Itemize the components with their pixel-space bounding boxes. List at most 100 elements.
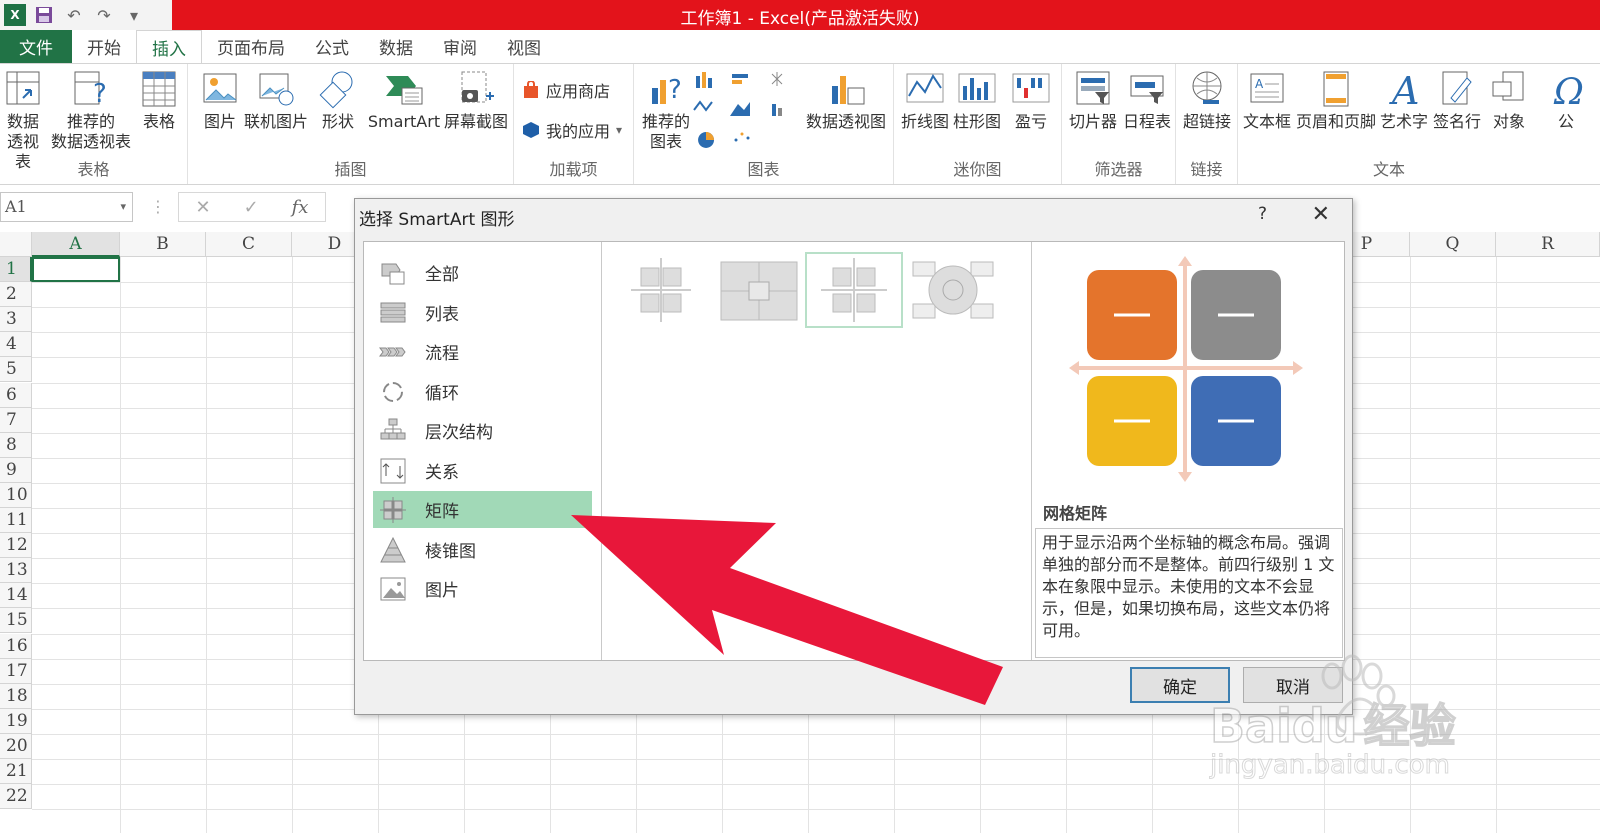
group-filters: 切片器 日程表 筛选器 (1062, 64, 1176, 184)
sparkline-column-button[interactable]: 柱形图 (952, 68, 1002, 132)
table-icon (142, 71, 176, 107)
preview-description: 用于显示沿两个坐标轴的概念布局。强调单独的部分而不是整体。前四行级别 1 文本在… (1035, 528, 1343, 658)
header-footer-button[interactable]: 页眉和页脚 (1294, 68, 1378, 132)
pyramid-icon (379, 536, 407, 564)
tab-file[interactable]: 文件 (0, 30, 72, 63)
category-matrix[interactable]: 矩阵 (373, 491, 592, 528)
row-header[interactable]: 19 (0, 708, 32, 734)
tab-page-layout[interactable]: 页面布局 (202, 30, 300, 63)
selected-cell[interactable] (32, 257, 120, 282)
my-apps-icon (523, 122, 539, 138)
row-header[interactable]: 7 (0, 407, 32, 433)
insert-function-button[interactable]: fx (292, 197, 309, 218)
close-icon[interactable]: ✕ (1312, 202, 1330, 227)
row-header[interactable]: 8 (0, 432, 32, 458)
ribbon-tabs: 文件 开始 插入 页面布局 公式 数据 审阅 视图 (0, 30, 1600, 64)
category-pyramid[interactable]: 棱锥图 (373, 531, 592, 568)
picture-button[interactable]: 图片 (196, 68, 244, 132)
textbox-button[interactable]: A 文本框 (1240, 68, 1294, 132)
layout-thumbnail[interactable] (909, 254, 997, 326)
preview-title: 网格矩阵 (1043, 504, 1108, 523)
watermark-text: Baidu 经验 (1209, 698, 1456, 754)
select-all-corner[interactable] (0, 232, 32, 257)
row-header[interactable]: 6 (0, 382, 32, 408)
column-header[interactable]: A (32, 232, 120, 257)
column-header[interactable]: B (120, 232, 206, 257)
watermark-url: jingyan.baidu.com (1210, 750, 1451, 781)
column-header[interactable]: R (1496, 232, 1600, 257)
row-header[interactable]: 10 (0, 482, 32, 508)
row-header[interactable]: 15 (0, 608, 32, 634)
row-gridline (32, 809, 1600, 811)
category-hierarchy[interactable]: 层次结构 (373, 412, 592, 449)
category-relationship[interactable]: 关系 (373, 452, 592, 489)
screenshot-button[interactable]: 屏幕截图 (442, 68, 510, 132)
row-header[interactable]: 11 (0, 508, 32, 534)
slicer-button[interactable]: 切片器 (1066, 68, 1120, 132)
category-list-item[interactable]: 列表 (373, 294, 592, 331)
row-header[interactable]: 16 (0, 633, 32, 659)
tab-data[interactable]: 数据 (364, 30, 428, 63)
group-label-links: 链接 (1190, 160, 1223, 179)
picture-icon (203, 73, 237, 103)
online-picture-button[interactable]: 联机图片 (244, 68, 308, 132)
row-header[interactable]: 22 (0, 784, 32, 810)
name-box[interactable]: A1 ▾ (0, 192, 133, 222)
layout-thumbnail[interactable] (617, 254, 705, 326)
sparkline-winloss-icon (1012, 73, 1050, 103)
my-apps-button[interactable]: 我的应用 ▾ (522, 118, 622, 142)
help-button[interactable]: ? (1258, 204, 1267, 224)
enter-formula-icon[interactable]: ✓ (244, 197, 259, 218)
recommended-charts-button[interactable]: ? 推荐的 图表 (638, 68, 694, 152)
row-header[interactable]: 20 (0, 733, 32, 759)
sparkline-winloss-button[interactable]: 盈亏 (1006, 68, 1056, 132)
column-header[interactable]: Q (1410, 232, 1496, 257)
smartart-button[interactable]: SmartArt (366, 68, 442, 132)
recommended-pivot-button[interactable]: ? 推荐的 数据透视表 (50, 68, 132, 152)
row-header[interactable]: 9 (0, 457, 32, 483)
tab-home[interactable]: 开始 (72, 30, 136, 63)
tab-view[interactable]: 视图 (492, 30, 556, 63)
column-header[interactable]: C (206, 232, 292, 257)
layout-thumbnail[interactable] (715, 254, 803, 326)
tab-review[interactable]: 审阅 (428, 30, 492, 63)
list-icon (379, 299, 407, 327)
category-picture[interactable]: 图片 (373, 570, 592, 607)
tab-insert[interactable]: 插入 (136, 30, 202, 64)
symbols-button[interactable]: Ω 公 (1546, 68, 1586, 132)
category-cycle[interactable]: 循环 (373, 373, 592, 410)
row-header[interactable]: 17 (0, 658, 32, 684)
row-header[interactable]: 13 (0, 558, 32, 584)
group-illustrations: 图片 联机图片 形状 SmartArt 屏幕截图 插图 (188, 64, 514, 184)
smartart-icon (386, 76, 423, 105)
row-header[interactable]: 14 (0, 583, 32, 609)
chart-types-icon (693, 72, 783, 148)
chart-type-gallery[interactable] (692, 70, 802, 154)
cancel-formula-icon[interactable]: ✕ (195, 197, 210, 218)
layout-thumbnail-grid-matrix[interactable] (805, 252, 903, 328)
row-header[interactable]: 2 (0, 282, 32, 308)
row-header[interactable]: 1 (0, 257, 32, 283)
table-button[interactable]: 表格 (136, 68, 182, 132)
wordart-button[interactable]: A 艺术字 (1378, 68, 1430, 132)
pivot-chart-button[interactable]: 数据透视图 (804, 68, 888, 132)
hyperlink-icon (1192, 71, 1222, 104)
object-button[interactable]: 对象 (1484, 68, 1534, 132)
row-header[interactable]: 4 (0, 332, 32, 358)
row-header[interactable]: 21 (0, 759, 32, 785)
tab-formulas[interactable]: 公式 (300, 30, 364, 63)
signature-line-button[interactable]: 签名行 (1430, 68, 1484, 132)
category-all[interactable]: 全部 (373, 254, 592, 291)
sparkline-line-button[interactable]: 折线图 (900, 68, 950, 132)
office-store-button[interactable]: 应用商店 (522, 78, 610, 102)
row-header[interactable]: 5 (0, 357, 32, 383)
row-header[interactable]: 12 (0, 533, 32, 559)
row-header[interactable]: 18 (0, 683, 32, 709)
row-header[interactable]: 3 (0, 307, 32, 333)
shapes-button[interactable]: 形状 (314, 68, 362, 132)
timeline-button[interactable]: 日程表 (1120, 68, 1174, 132)
group-label-text: 文本 (1372, 160, 1405, 179)
category-process[interactable]: 流程 (373, 333, 592, 370)
dialog-title: 选择 SmartArt 图形 (359, 210, 515, 230)
hyperlink-button[interactable]: 超链接 (1180, 68, 1234, 132)
